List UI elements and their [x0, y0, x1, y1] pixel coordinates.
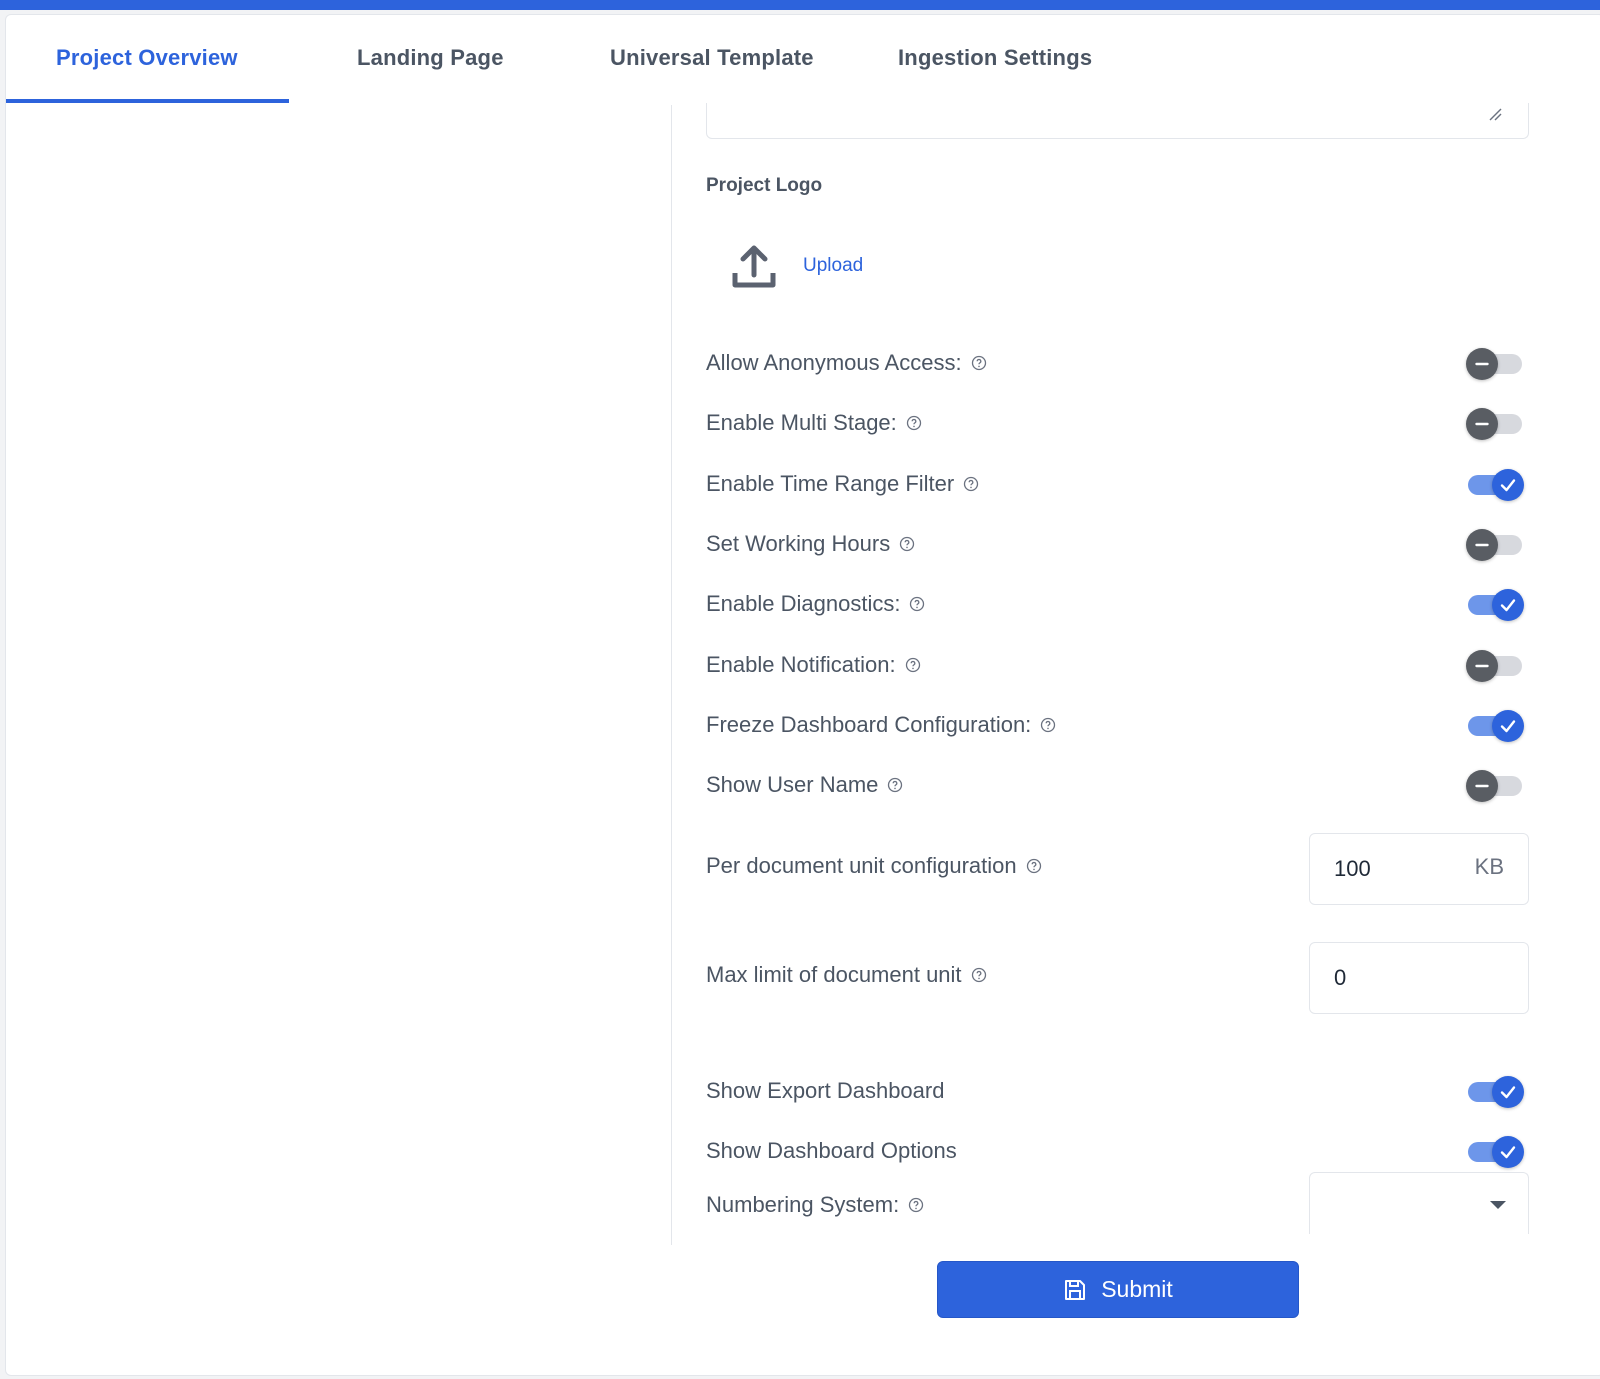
per-document-unit-label: Per document unit configuration — [706, 851, 1042, 881]
max-limit-field[interactable] — [1309, 942, 1529, 1014]
minus-icon — [1466, 408, 1498, 441]
setting-label: Enable Notification: — [706, 650, 921, 680]
show-dashboard-options-label: Show Dashboard Options — [706, 1138, 957, 1163]
tab-universal-template[interactable]: Universal Template — [610, 45, 814, 71]
help-icon[interactable] — [971, 967, 987, 983]
help-icon[interactable] — [1026, 858, 1042, 874]
help-icon[interactable] — [909, 596, 925, 612]
setting-toggle[interactable] — [1466, 347, 1524, 381]
setting-toggle[interactable] — [1466, 528, 1524, 562]
per-document-unit-field[interactable]: KB — [1309, 833, 1529, 905]
project-logo-label: Project Logo — [706, 175, 823, 196]
show-export-dashboard-toggle[interactable] — [1466, 1075, 1524, 1109]
setting-label: Enable Diagnostics: — [706, 589, 925, 619]
check-icon — [1492, 589, 1524, 622]
submit-button[interactable]: Submit — [937, 1261, 1299, 1318]
help-icon[interactable] — [971, 355, 987, 371]
save-icon — [1065, 1279, 1086, 1300]
setting-label: Set Working Hours — [706, 529, 915, 559]
show-dashboard-options-toggle[interactable] — [1466, 1135, 1524, 1169]
minus-icon — [1466, 649, 1498, 682]
max-limit-input[interactable] — [1334, 961, 1454, 995]
setting-toggle[interactable] — [1466, 649, 1524, 683]
check-icon — [1492, 1076, 1524, 1108]
setting-toggle[interactable] — [1466, 709, 1524, 743]
per-document-unit-input[interactable] — [1334, 852, 1454, 886]
tab-bar: Project Overview Landing Page Universal … — [6, 15, 1206, 105]
setting-label: Allow Anonymous Access: — [706, 348, 987, 378]
upload-icon[interactable] — [731, 243, 777, 289]
setting-toggle[interactable] — [1466, 588, 1524, 622]
help-icon[interactable] — [899, 536, 915, 552]
minus-icon — [1466, 348, 1498, 380]
top-accent-bar — [0, 0, 1600, 10]
caret-down-icon — [1490, 1201, 1506, 1209]
setting-label: Enable Multi Stage: — [706, 408, 922, 438]
check-icon — [1492, 1136, 1524, 1168]
tab-ingestion-settings[interactable]: Ingestion Settings — [898, 45, 1092, 71]
minus-icon — [1466, 770, 1498, 803]
logo-upload[interactable]: Upload — [731, 241, 863, 291]
setting-label: Freeze Dashboard Configuration: — [706, 710, 1056, 740]
setting-toggle[interactable] — [1466, 468, 1524, 502]
numbering-system-label: Numbering System: — [706, 1190, 924, 1220]
show-export-dashboard-label: Show Export Dashboard — [706, 1078, 945, 1103]
check-icon — [1492, 709, 1524, 742]
submit-label: Submit — [1101, 1276, 1173, 1302]
upload-link[interactable]: Upload — [803, 255, 863, 277]
max-limit-label: Max limit of document unit — [706, 960, 987, 990]
help-icon[interactable] — [908, 1197, 924, 1213]
help-icon[interactable] — [963, 476, 979, 492]
setting-label: Show User Name — [706, 770, 903, 800]
settings-panel: Project Overview Landing Page Universal … — [5, 14, 1600, 1376]
setting-toggle[interactable] — [1466, 407, 1524, 441]
column-divider — [671, 105, 672, 1245]
numbering-system-select[interactable] — [1309, 1172, 1529, 1234]
tab-project-overview[interactable]: Project Overview — [56, 45, 238, 71]
setting-toggle[interactable] — [1466, 769, 1524, 803]
help-icon[interactable] — [1040, 717, 1056, 733]
resize-grip-icon[interactable] — [1488, 107, 1502, 121]
description-textarea[interactable] — [706, 103, 1529, 139]
active-tab-indicator — [6, 99, 289, 103]
tab-landing-page[interactable]: Landing Page — [357, 45, 504, 71]
help-icon[interactable] — [887, 777, 903, 793]
setting-label: Enable Time Range Filter — [706, 469, 979, 499]
check-icon — [1492, 468, 1524, 501]
help-icon[interactable] — [905, 657, 921, 673]
help-icon[interactable] — [906, 415, 922, 431]
unit-suffix: KB — [1474, 854, 1504, 879]
minus-icon — [1466, 528, 1498, 561]
